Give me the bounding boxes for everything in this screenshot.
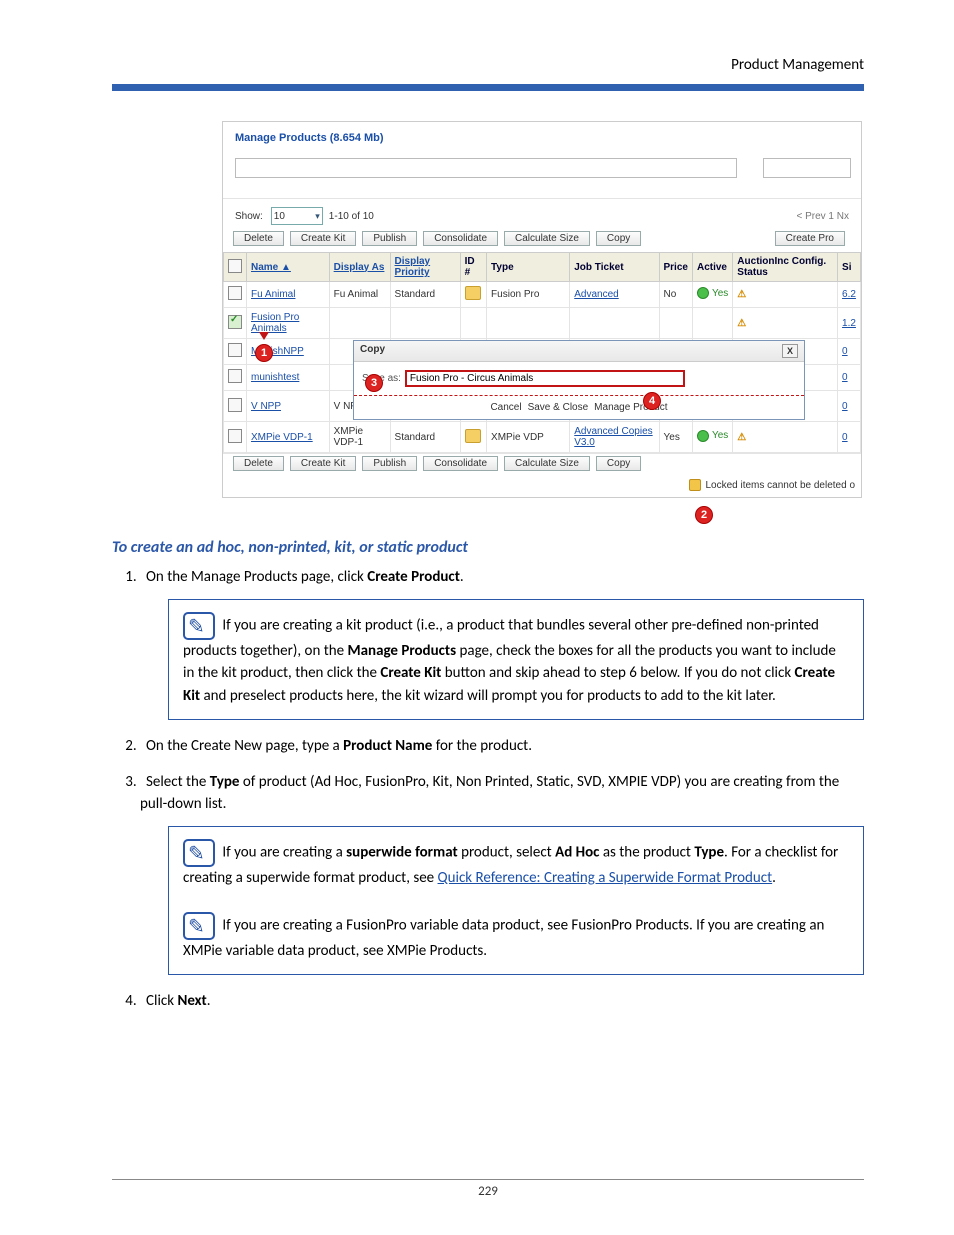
manage-products-screenshot: Manage Products (8.654 Mb) Show: 10 1-10… [222,121,862,498]
active-indicator: Yes [697,287,728,299]
pager[interactable]: < Prev 1 Nx [796,211,849,222]
show-select[interactable]: 10 [271,207,323,225]
col-status: AuctionInc Config. Status [733,253,838,282]
active-indicator: Yes [697,430,728,442]
quick-ref-link[interactable]: Quick Reference: Creating a Superwide Fo… [438,869,773,887]
header-rule [112,84,864,91]
pencil-icon [183,839,215,867]
callout-1: 1 [255,344,273,362]
table-row: Fu AnimalFu AnimalStandardFusion ProAdva… [224,282,861,308]
arrow-icon [259,332,269,340]
show-label: Show: [235,211,263,222]
col-si: Si [838,253,861,282]
job-ticket-link[interactable]: Advanced Copies V3.0 [574,426,652,448]
consolidate-button[interactable]: Consolidate [423,231,498,246]
create-kit-button[interactable]: Create Kit [290,456,356,471]
job-ticket-link[interactable]: Advanced [574,289,618,300]
copy-popup: Copy X Save as: Cancel Save & Close Mana… [353,340,805,420]
table-row: XMPie VDP-1XMPie VDP-1StandardXMPie VDPA… [224,422,861,453]
copy-button[interactable]: Copy [596,456,641,471]
col-price: Price [659,253,692,282]
popup-title: Copy [360,344,385,358]
callout-4: 4 [643,392,661,410]
col-check[interactable] [224,253,247,282]
save-as-input[interactable] [405,370,685,387]
name-link[interactable]: V NPP [251,401,281,412]
publish-button[interactable]: Publish [362,231,417,246]
step-3: Select the Type of product (Ad Hoc, Fusi… [140,772,864,975]
page-header: Product Management [112,56,864,74]
col-job-ticket: Job Ticket [570,253,659,282]
name-link[interactable]: munishtest [251,372,299,383]
note-kit: If you are creating a kit product (i.e.,… [168,599,864,721]
callout-3: 3 [365,374,383,392]
step-2: On the Create New page, type a Product N… [140,736,864,758]
calculate-size-button[interactable]: Calculate Size [504,231,590,246]
create-kit-button[interactable]: Create Kit [290,231,356,246]
warning-icon: ⚠ [737,318,746,329]
row-checkbox[interactable] [228,286,242,300]
callout-2: 2 [695,506,713,524]
cancel-button[interactable]: Cancel [490,402,521,413]
save-close-button[interactable]: Save & Close [528,402,589,413]
id-icon [465,286,481,300]
col-type: Type [487,253,570,282]
button-bar-bottom: Delete Create Kit Publish Consolidate Ca… [223,453,861,477]
filter-bar [223,152,861,199]
col-id: ID # [460,253,486,282]
pencil-icon [183,612,215,640]
lock-icon [689,479,701,491]
panel-title: Manage Products (8.654 Mb) [223,122,861,152]
delete-button[interactable]: Delete [233,456,284,471]
calculate-size-button[interactable]: Calculate Size [504,456,590,471]
si-link[interactable]: 6.2 [842,289,856,300]
name-link[interactable]: XMPie VDP-1 [251,432,313,443]
col-display-as[interactable]: Display As [329,253,390,282]
pencil-icon [183,912,215,940]
si-link[interactable]: 0 [842,372,848,383]
step-4: Click Next. [140,991,864,1013]
section-heading: To create an ad hoc, non-printed, kit, o… [112,538,864,557]
row-checkbox[interactable] [228,398,242,412]
locked-note: Locked items cannot be deleted o [223,477,861,497]
publish-button[interactable]: Publish [362,456,417,471]
row-checkbox[interactable] [228,315,242,329]
steps-list: On the Manage Products page, click Creat… [112,567,864,1013]
page-number: 229 [112,1179,864,1199]
si-link[interactable]: 0 [842,346,848,357]
si-link[interactable]: 0 [842,432,848,443]
warning-icon: ⚠ [737,432,746,443]
row-checkbox[interactable] [228,369,242,383]
copy-button[interactable]: Copy [596,231,641,246]
si-link[interactable]: 1.2 [842,318,856,329]
id-icon [465,429,481,443]
create-product-button[interactable]: Create Pro [775,231,845,246]
table-row: Fusion Pro Animals ⚠ 1.2 [224,308,861,339]
consolidate-button[interactable]: Consolidate [423,456,498,471]
filter-input-small[interactable] [763,158,851,178]
note-superwide: If you are creating a superwide format p… [168,826,864,976]
button-bar-top: Delete Create Kit Publish Consolidate Ca… [223,229,861,252]
row-checkbox[interactable] [228,429,242,443]
si-link[interactable]: 0 [842,401,848,412]
step-1: On the Manage Products page, click Creat… [140,567,864,720]
row-checkbox[interactable] [228,343,242,357]
col-name[interactable]: Name ▲ [247,253,330,282]
filter-input[interactable] [235,158,737,178]
col-display-priority[interactable]: Display Priority [390,253,460,282]
col-active: Active [692,253,732,282]
delete-button[interactable]: Delete [233,231,284,246]
warning-icon: ⚠ [737,289,746,300]
range-label: 1-10 of 10 [329,211,374,222]
close-icon[interactable]: X [782,344,798,358]
name-link[interactable]: Fu Animal [251,289,295,300]
name-link[interactable]: Fusion Pro Animals [251,312,299,334]
